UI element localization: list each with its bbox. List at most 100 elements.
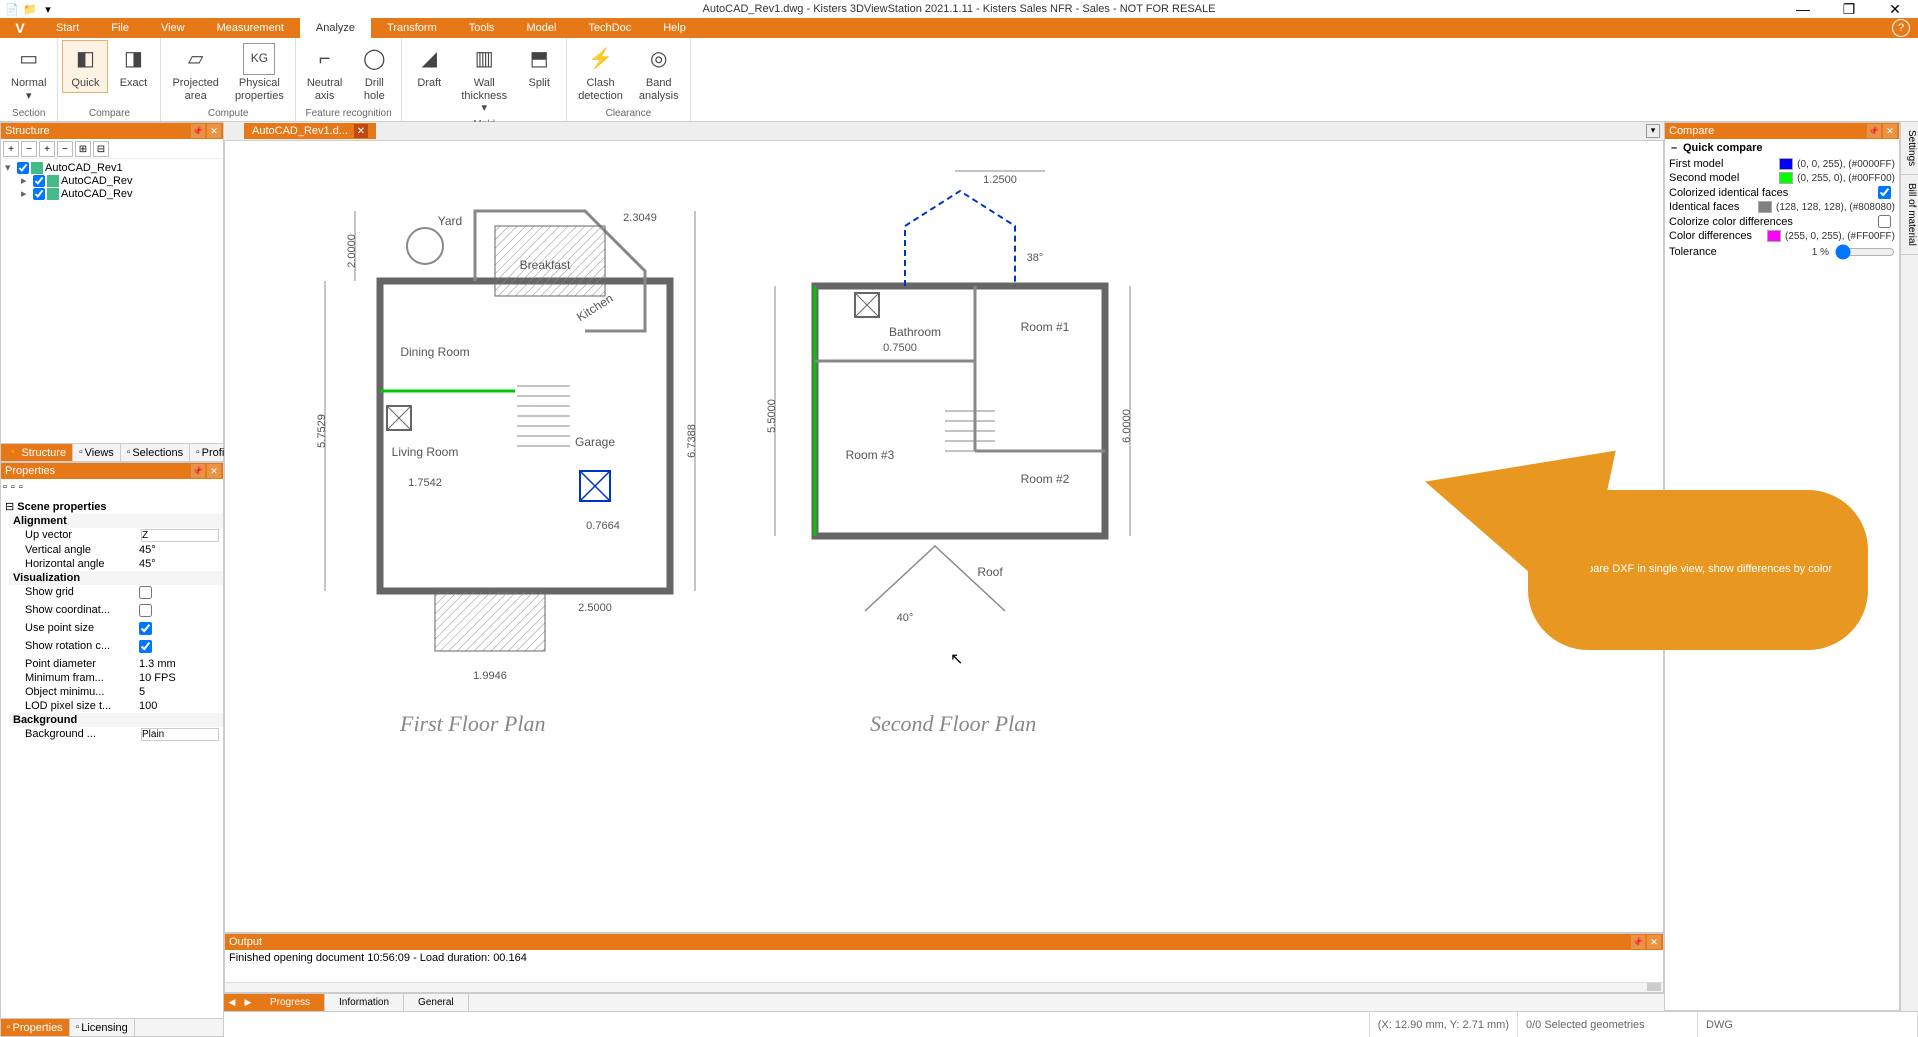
selections-tab[interactable]: ▫Selections [121, 444, 190, 461]
prop-use-point-size[interactable]: Use point size [1, 621, 223, 639]
tree-btn-3[interactable]: + [39, 141, 55, 157]
status-format: DWG [1698, 1012, 1918, 1037]
tree-btn-4[interactable]: − [57, 141, 73, 157]
views-tab[interactable]: ▫Views [73, 444, 121, 461]
maximize-button[interactable]: ❐ [1826, 0, 1872, 18]
tolerance-slider[interactable] [1835, 244, 1895, 260]
tree-row[interactable]: ▸AutoCAD_Rev [3, 187, 221, 200]
split-button[interactable]: ⬒Split [516, 40, 562, 93]
out-tab-general[interactable]: General [404, 994, 469, 1011]
qat-icon-1[interactable]: 📄 [4, 1, 20, 17]
panel-pin-icon[interactable]: 📌 [1867, 124, 1881, 138]
cmp-identical-faces[interactable]: Identical faces(128, 128, 128), (#808080… [1669, 200, 1895, 214]
tree-btn-6[interactable]: ⊟ [93, 141, 109, 157]
svg-text:Roof: Roof [977, 565, 1003, 579]
side-tab-settings[interactable]: Settings [1901, 122, 1918, 175]
prop-horizontal-angle[interactable]: Horizontal angle45° [1, 557, 223, 571]
section-normal-button[interactable]: ▭Normal▾ [4, 40, 53, 105]
prop-tb-icon[interactable]: ▫ [3, 481, 7, 497]
group-section-label: Section [4, 107, 53, 121]
out-nav-right[interactable]: ▶ [240, 994, 256, 1011]
projected-area-button[interactable]: ▱Projected area [165, 40, 225, 105]
split-icon: ⬒ [523, 43, 555, 75]
neutral-axis-button[interactable]: ⌐Neutral axis [300, 40, 349, 105]
tree-checkbox[interactable] [33, 175, 45, 187]
panel-close-icon[interactable]: ✕ [207, 124, 221, 138]
cmp-colorized-identical[interactable]: Colorized identical faces [1669, 185, 1895, 200]
tree-expand-button[interactable]: + [3, 141, 19, 157]
minimize-button[interactable]: — [1780, 0, 1826, 18]
physical-properties-button[interactable]: KGPhysical properties [228, 40, 291, 105]
tree-collapse-button[interactable]: − [21, 141, 37, 157]
structure-panel-tabs: 🔸Structure ▫Views ▫Selections ▫Profiles [1, 443, 223, 461]
compare-exact-button[interactable]: ◨Exact [110, 40, 156, 93]
tab-techdoc[interactable]: TechDoc [572, 18, 647, 38]
help-icon[interactable]: ? [1892, 19, 1910, 37]
panel-pin-icon[interactable]: 📌 [191, 464, 205, 478]
cmp-colorize-diff[interactable]: Colorize color differences [1669, 214, 1895, 229]
prop-lod-pixel[interactable]: LOD pixel size t...100 [1, 699, 223, 713]
tab-tools[interactable]: Tools [453, 18, 511, 38]
tree-checkbox[interactable] [17, 162, 29, 174]
panel-close-icon[interactable]: ✕ [207, 464, 221, 478]
tab-view[interactable]: View [145, 18, 201, 38]
side-tab-bom[interactable]: Bill of material [1901, 175, 1918, 255]
svg-text:Bathroom: Bathroom [889, 325, 941, 339]
panel-close-icon[interactable]: ✕ [1883, 124, 1897, 138]
drill-hole-button[interactable]: ◯Drill hole [351, 40, 397, 105]
cmp-color-diff[interactable]: Color differences(255, 0, 255), (#FF00FF… [1669, 229, 1895, 243]
cmp-first-model[interactable]: First model(0, 0, 255), (#0000FF) [1669, 157, 1895, 171]
structure-tab[interactable]: 🔸Structure [1, 444, 73, 461]
out-tab-information[interactable]: Information [325, 994, 404, 1011]
prop-obj-min[interactable]: Object minimu...5 [1, 685, 223, 699]
tree-checkbox[interactable] [33, 188, 45, 200]
tab-measurement[interactable]: Measurement [201, 18, 300, 38]
prop-show-grid[interactable]: Show grid [1, 585, 223, 603]
svg-text:0.7664: 0.7664 [586, 520, 620, 532]
bottom-tab-licensing[interactable]: ▫Licensing [70, 1019, 135, 1036]
panel-close-icon[interactable]: ✕ [1647, 935, 1661, 949]
clash-detection-button[interactable]: ⚡Clash detection [571, 40, 630, 105]
band-analysis-button[interactable]: ◎Band analysis [632, 40, 686, 105]
tab-start[interactable]: Start [40, 18, 95, 38]
prop-up-vector[interactable]: Up vectorZ [1, 528, 223, 543]
tree-row[interactable]: ▸AutoCAD_Rev [3, 174, 221, 187]
tree-btn-5[interactable]: ⊞ [75, 141, 91, 157]
wall-thickness-button[interactable]: ▥Wall thickness▾ [454, 40, 514, 118]
prop-show-coord[interactable]: Show coordinat... [1, 603, 223, 621]
qat-dropdown-icon[interactable]: ▾ [40, 1, 56, 17]
prop-point-diameter[interactable]: Point diameter1.3 mm [1, 657, 223, 671]
draft-button[interactable]: ◢Draft [406, 40, 452, 93]
cmp-second-model[interactable]: Second model(0, 255, 0), (#00FF00) [1669, 171, 1895, 185]
prop-min-framerate[interactable]: Minimum fram...10 FPS [1, 671, 223, 685]
properties-body[interactable]: ⊟ Scene properties Alignment Up vectorZ … [1, 499, 223, 1018]
qat-icon-2[interactable]: 📁 [22, 1, 38, 17]
prop-tb-icon[interactable]: ▫ [11, 481, 15, 497]
tree-row[interactable]: ▾AutoCAD_Rev1 [3, 161, 221, 174]
output-scrollbar[interactable] [225, 982, 1663, 992]
prop-background[interactable]: Background ...Plain [1, 727, 223, 742]
prop-tb-icon[interactable]: ▫ [19, 481, 23, 497]
dropdown-icon[interactable]: ▾ [1646, 124, 1660, 138]
close-button[interactable]: ✕ [1872, 0, 1918, 18]
tab-file[interactable]: File [95, 18, 145, 38]
cmp-tolerance[interactable]: Tolerance1 % [1669, 243, 1895, 261]
out-nav-left[interactable]: ◀ [224, 994, 240, 1011]
compare-quick-button[interactable]: ◧Quick [62, 40, 108, 93]
close-tab-icon[interactable]: ✕ [354, 124, 368, 138]
prop-show-rotation[interactable]: Show rotation c... [1, 639, 223, 657]
tab-help[interactable]: Help [647, 18, 702, 38]
structure-tree[interactable]: ▾AutoCAD_Rev1 ▸AutoCAD_Rev ▸AutoCAD_Rev [1, 159, 223, 443]
panel-pin-icon[interactable]: 📌 [191, 124, 205, 138]
neutral-axis-icon: ⌐ [309, 43, 341, 75]
document-tab[interactable]: AutoCAD_Rev1.d...✕ [244, 123, 376, 139]
bottom-tab-properties[interactable]: ▫Properties [1, 1019, 70, 1036]
tab-analyze[interactable]: Analyze [300, 18, 371, 38]
app-menu-tab[interactable]: V [0, 18, 40, 38]
prop-vertical-angle[interactable]: Vertical angle45° [1, 543, 223, 557]
tab-transform[interactable]: Transform [371, 18, 453, 38]
tab-model[interactable]: Model [510, 18, 572, 38]
out-tab-progress[interactable]: Progress [256, 994, 325, 1011]
svg-text:5.5000: 5.5000 [766, 399, 778, 433]
panel-pin-icon[interactable]: 📌 [1631, 935, 1645, 949]
